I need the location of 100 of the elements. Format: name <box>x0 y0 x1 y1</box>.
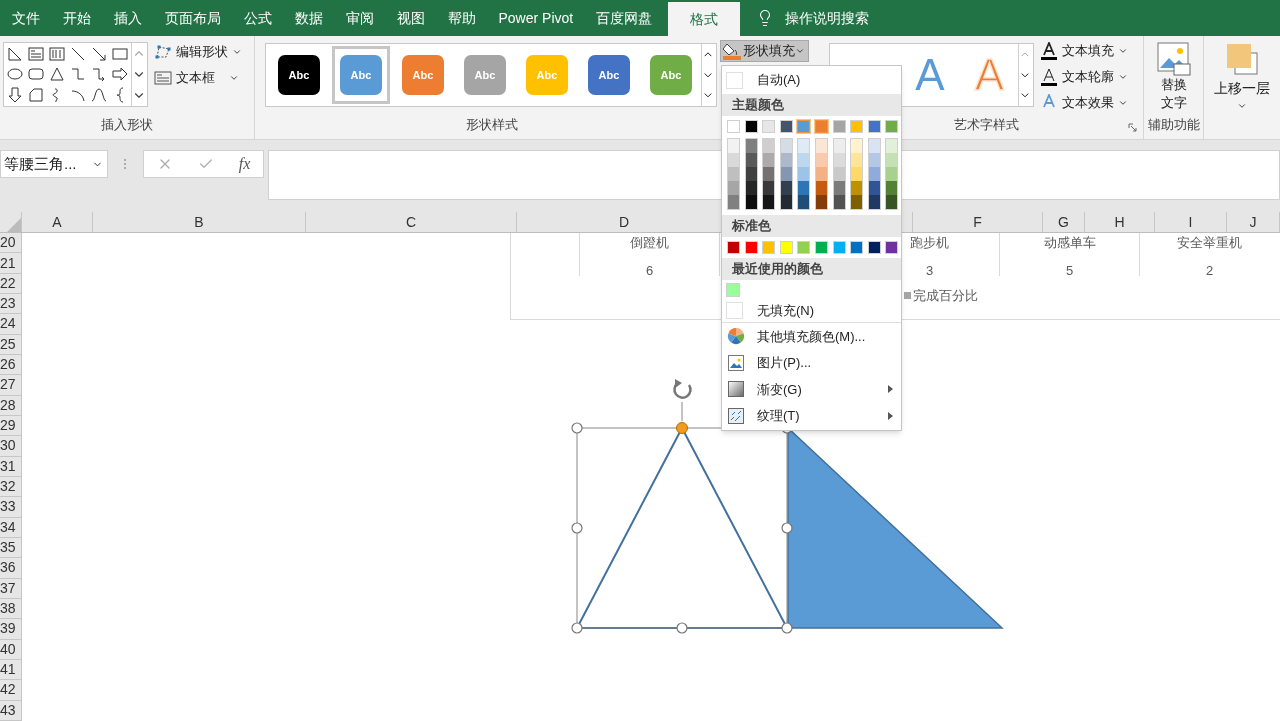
menu-item[interactable]: 其他填充颜色(M)... <box>722 323 901 350</box>
color-swatch[interactable] <box>745 167 757 181</box>
color-swatch[interactable] <box>850 120 864 133</box>
color-swatch[interactable] <box>850 241 864 254</box>
color-swatch[interactable] <box>833 181 845 195</box>
color-swatch[interactable] <box>798 139 810 153</box>
row-header[interactable]: 43 <box>0 700 22 721</box>
color-swatch[interactable] <box>745 153 757 167</box>
color-swatch[interactable] <box>727 241 740 254</box>
ribbon-tab[interactable]: 数据 <box>283 0 334 36</box>
color-swatch[interactable] <box>798 181 810 195</box>
shape-style-swatch[interactable]: Abc <box>588 55 630 95</box>
color-swatch[interactable] <box>886 139 898 153</box>
color-swatch[interactable] <box>728 167 739 181</box>
row-header[interactable]: 26 <box>0 354 22 376</box>
color-swatch[interactable] <box>763 195 775 209</box>
ribbon-tab[interactable]: 视图 <box>385 0 436 36</box>
row-header[interactable]: 40 <box>0 639 22 660</box>
column-header[interactable]: C <box>306 212 517 232</box>
color-swatch[interactable] <box>763 139 775 153</box>
color-swatch[interactable] <box>728 153 739 167</box>
shape-fill-button[interactable]: 形状填充 <box>720 40 809 62</box>
row-header[interactable]: 28 <box>0 395 22 416</box>
ribbon-button[interactable]: 编辑形状 <box>154 42 242 62</box>
row-header[interactable]: 30 <box>0 436 22 457</box>
insert-function-button[interactable]: fx <box>238 152 251 176</box>
down-arrow-icon[interactable] <box>7 86 23 103</box>
color-swatch[interactable] <box>886 195 898 209</box>
color-swatch[interactable] <box>886 181 898 195</box>
color-swatch[interactable] <box>833 167 845 181</box>
color-swatch[interactable] <box>868 195 880 209</box>
row-header[interactable]: 41 <box>0 659 22 681</box>
dialog-launcher-icon[interactable] <box>1128 123 1137 132</box>
color-swatch[interactable] <box>833 195 845 209</box>
row-header[interactable]: 22 <box>0 273 22 294</box>
ribbon-tab[interactable]: 页面布局 <box>153 0 232 36</box>
right-triangle-icon[interactable] <box>7 46 23 62</box>
ribbon-tab[interactable]: 帮助 <box>436 0 487 36</box>
menu-item[interactable]: 图片(P)... <box>722 349 901 376</box>
color-swatch[interactable] <box>886 167 898 181</box>
row-header[interactable]: 35 <box>0 537 22 559</box>
color-swatch[interactable] <box>815 195 827 209</box>
color-swatch[interactable] <box>780 139 792 153</box>
color-swatch[interactable] <box>798 167 810 181</box>
color-swatch[interactable] <box>868 153 880 167</box>
color-swatch[interactable] <box>797 120 811 133</box>
ribbon-tab[interactable]: 审阅 <box>334 0 385 36</box>
vertical-text-box-icon[interactable] <box>49 46 65 62</box>
color-swatch[interactable] <box>868 181 880 195</box>
color-swatch[interactable] <box>744 120 758 133</box>
row-header[interactable]: 24 <box>0 314 22 335</box>
row-header[interactable]: 36 <box>0 558 22 579</box>
color-swatch[interactable] <box>815 167 827 181</box>
color-swatch[interactable] <box>726 283 740 297</box>
color-swatch[interactable] <box>727 120 740 133</box>
text-box-icon[interactable] <box>28 46 44 62</box>
tell-me-search[interactable]: 操作说明搜索 <box>784 7 869 29</box>
row-header[interactable]: 27 <box>0 375 22 396</box>
color-swatch[interactable] <box>745 181 757 195</box>
ribbon-tab[interactable]: Power Pivot <box>487 0 585 36</box>
color-swatch[interactable] <box>815 139 827 153</box>
color-swatch[interactable] <box>728 139 739 153</box>
row-header[interactable]: 39 <box>0 619 22 640</box>
color-swatch[interactable] <box>762 241 776 254</box>
color-swatch[interactable] <box>745 139 757 153</box>
color-swatch[interactable] <box>763 181 775 195</box>
alt-text-button[interactable]: 替换文字 <box>1156 42 1191 112</box>
grip-icon[interactable] <box>123 158 127 170</box>
elbow-arrow-icon[interactable] <box>91 66 107 83</box>
color-swatch[interactable] <box>832 120 846 133</box>
color-swatch[interactable] <box>728 181 739 195</box>
column-header[interactable]: B <box>93 212 306 232</box>
color-swatch[interactable] <box>780 167 792 181</box>
color-swatch[interactable] <box>779 120 793 133</box>
row-header[interactable]: 20 <box>0 233 22 254</box>
resize-handle[interactable] <box>571 622 583 634</box>
row-header[interactable]: 34 <box>0 517 22 538</box>
ribbon-tab[interactable]: 文件 <box>0 0 51 36</box>
shape-style-swatch[interactable]: Abc <box>278 55 320 95</box>
color-swatch[interactable] <box>885 241 899 254</box>
bring-forward-button[interactable]: 上移一层 <box>1214 42 1270 111</box>
line-icon[interactable] <box>70 46 86 62</box>
color-swatch[interactable] <box>798 153 810 167</box>
resize-handle[interactable] <box>781 522 793 534</box>
row-header[interactable]: 29 <box>0 415 22 437</box>
color-swatch[interactable] <box>851 167 863 181</box>
color-swatch[interactable] <box>744 241 758 254</box>
ribbon-button[interactable]: 文本效果 <box>1040 92 1128 113</box>
row-header[interactable]: 38 <box>0 598 22 620</box>
color-swatch[interactable] <box>868 167 880 181</box>
color-swatch[interactable] <box>885 120 899 133</box>
menu-item[interactable]: 纹理(T) <box>722 402 901 429</box>
color-swatch[interactable] <box>779 241 793 254</box>
freeform-icon[interactable] <box>28 86 44 103</box>
resize-handle[interactable] <box>781 622 793 634</box>
color-swatch[interactable] <box>780 181 792 195</box>
menu-item[interactable]: 无填充(N) <box>722 299 901 322</box>
color-swatch[interactable] <box>814 241 828 254</box>
color-swatch[interactable] <box>815 153 827 167</box>
color-swatch[interactable] <box>780 153 792 167</box>
